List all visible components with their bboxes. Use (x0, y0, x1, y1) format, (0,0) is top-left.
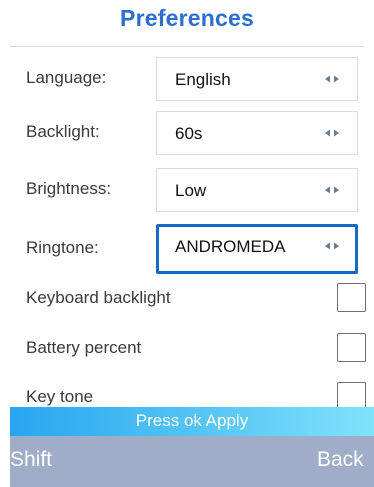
header-divider (10, 46, 364, 47)
ringtone-label: Ringtone: (26, 238, 99, 257)
setting-row-language: Language: English (0, 57, 374, 101)
keyboard-backlight-label: Keyboard backlight (26, 288, 171, 307)
backlight-label: Backlight: (26, 122, 100, 141)
backlight-value: 60s (175, 124, 203, 143)
battery-percent-checkbox[interactable] (337, 333, 366, 362)
shift-softkey[interactable]: Shift (10, 448, 52, 472)
settings-list: Language: English Backlight: 60s Brightn… (0, 57, 374, 407)
keyboard-backlight-checkbox[interactable] (337, 283, 366, 312)
language-label: Language: (26, 68, 107, 87)
left-right-arrows-icon (325, 75, 339, 83)
setting-row-battery-percent[interactable]: Battery percent (0, 333, 374, 365)
language-select[interactable]: English (156, 57, 358, 101)
key-tone-label: Key tone (26, 387, 94, 406)
backlight-select[interactable]: 60s (156, 111, 358, 155)
apply-hint-bar: Press ok Apply (10, 407, 374, 436)
setting-row-ringtone: Ringtone: ANDROMEDA (0, 224, 374, 274)
brightness-select[interactable]: Low (156, 168, 358, 212)
ringtone-value: ANDROMEDA (175, 237, 286, 256)
left-right-arrows-icon (325, 186, 339, 194)
setting-row-brightness: Brightness: Low (0, 168, 374, 212)
header: Preferences (0, 0, 374, 44)
brightness-label: Brightness: (26, 179, 112, 198)
setting-row-keyboard-backlight[interactable]: Keyboard backlight (0, 283, 374, 315)
setting-row-key-tone[interactable]: Key tone (0, 382, 374, 407)
brightness-value: Low (175, 181, 207, 200)
page-title: Preferences (120, 5, 254, 31)
softkey-bar: Shift Back (10, 436, 374, 487)
setting-row-backlight: Backlight: 60s (0, 111, 374, 155)
ringtone-select[interactable]: ANDROMEDA (156, 224, 358, 274)
left-right-arrows-icon (325, 242, 339, 250)
key-tone-checkbox[interactable] (337, 382, 366, 407)
back-softkey[interactable]: Back (317, 448, 364, 472)
language-value: English (175, 70, 231, 89)
left-right-arrows-icon (325, 129, 339, 137)
battery-percent-label: Battery percent (26, 338, 142, 357)
apply-hint-text: Press ok Apply (135, 411, 249, 430)
